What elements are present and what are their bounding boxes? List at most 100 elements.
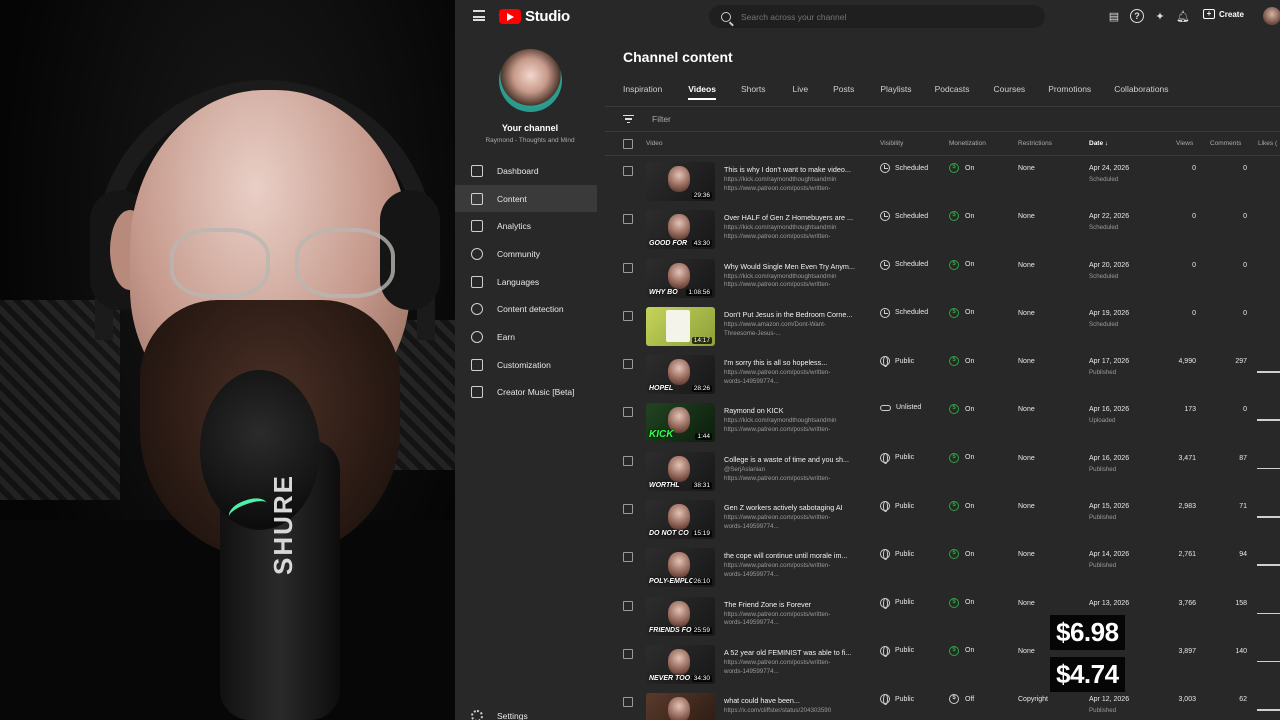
table-row[interactable]: WORTHL 38:31 College is a waste of time an… xyxy=(605,446,1280,494)
monetization-cell[interactable]: $ On xyxy=(949,597,974,608)
col-date[interactable]: Date ↓ xyxy=(1089,140,1108,147)
monetization-cell[interactable]: $ On xyxy=(949,211,974,222)
sidebar-item-settings[interactable]: Settings xyxy=(471,710,528,720)
col-likes[interactable]: Likes ( xyxy=(1258,140,1277,147)
tab-inspiration[interactable]: Inspiration xyxy=(623,84,662,100)
monetization-cell[interactable]: $ On xyxy=(949,452,974,463)
select-all-checkbox[interactable] xyxy=(623,139,633,149)
video-thumbnail[interactable]: DO NOT CO 15:19 xyxy=(646,500,715,540)
table-row[interactable]: KICK 1:44 Raymond on KICK https://kick.com/… xyxy=(605,397,1280,445)
table-row[interactable]: NEVER TOO 34:30 A 52 year old FEMINIST was… xyxy=(605,639,1280,687)
monetization-cell[interactable]: $ On xyxy=(949,356,974,367)
sidebar-item-content[interactable]: Content xyxy=(455,184,597,213)
video-thumbnail[interactable]: WORTHL 38:31 xyxy=(646,451,715,491)
filter-bar[interactable]: Filter xyxy=(605,106,1280,132)
sidebar-item-customization[interactable]: Customization xyxy=(455,351,597,379)
row-checkbox[interactable] xyxy=(623,648,633,659)
monetization-cell[interactable]: $ Off xyxy=(949,694,974,705)
video-thumbnail[interactable]: KICK 1:44 xyxy=(646,403,715,443)
account-avatar[interactable] xyxy=(1263,7,1280,25)
monetization-cell[interactable]: $ On xyxy=(949,645,974,656)
row-checkbox[interactable] xyxy=(623,262,633,273)
video-thumbnail[interactable]: HOPEL 28:26 xyxy=(646,355,715,395)
col-monetization[interactable]: Monetization xyxy=(949,140,986,147)
row-checkbox[interactable] xyxy=(623,407,633,418)
search-input[interactable] xyxy=(741,11,1021,22)
row-checkbox[interactable] xyxy=(623,697,633,708)
visibility-cell[interactable]: Public xyxy=(880,645,914,657)
video-thumbnail[interactable]: 29:36 xyxy=(646,162,715,201)
sidebar-item-languages[interactable]: Languages xyxy=(455,268,597,296)
row-checkbox[interactable] xyxy=(623,552,633,563)
visibility-cell[interactable]: Scheduled xyxy=(880,211,928,222)
visibility-cell[interactable]: Scheduled xyxy=(880,307,928,318)
row-checkbox[interactable] xyxy=(623,214,633,225)
menu-icon[interactable] xyxy=(473,10,485,21)
monetization-cell[interactable]: $ On xyxy=(949,307,974,318)
tab-posts[interactable]: Posts xyxy=(833,84,854,100)
table-row[interactable]: GOOD FOR 43:30 Over HALF of Gen Z Homebuye… xyxy=(605,204,1280,252)
tab-shorts[interactable]: Shorts xyxy=(741,84,766,100)
row-checkbox[interactable] xyxy=(623,166,633,176)
table-row[interactable]: WHY BO 1:08:56 Why Would Single Men Even T… xyxy=(605,253,1280,301)
video-thumbnail[interactable]: FRIENDS FO 25:59 xyxy=(646,596,715,636)
monetization-cell[interactable]: $ On xyxy=(949,259,974,270)
table-row[interactable]: 29:36 This is why I don't want to make vi… xyxy=(605,156,1280,204)
tab-courses[interactable]: Courses xyxy=(994,84,1026,100)
monetization-cell[interactable]: $ On xyxy=(949,404,974,415)
tab-promotions[interactable]: Promotions xyxy=(1048,84,1091,100)
video-title[interactable]: A 52 year old FEMINIST was able to fi... xyxy=(724,648,860,657)
monetization-cell[interactable]: $ On xyxy=(949,549,974,560)
sidebar-item-analytics[interactable]: Analytics xyxy=(455,212,597,240)
video-title[interactable]: the cope will continue until morale im..… xyxy=(724,551,860,560)
col-comments[interactable]: Comments xyxy=(1210,140,1241,147)
video-title[interactable]: Why Would Single Men Even Try Anym... xyxy=(724,262,860,271)
monetization-cell[interactable]: $ On xyxy=(949,163,974,173)
tab-playlists[interactable]: Playlists xyxy=(880,84,911,100)
create-button[interactable]: + Create xyxy=(1203,9,1244,19)
feedback-icon[interactable]: ▤ xyxy=(1107,9,1121,23)
visibility-cell[interactable]: Scheduled xyxy=(880,163,928,173)
row-checkbox[interactable] xyxy=(623,504,633,515)
visibility-cell[interactable]: Public xyxy=(880,597,914,609)
video-thumbnail[interactable]: POLY-EMPLO 26:10 xyxy=(646,548,715,588)
search-box[interactable] xyxy=(709,5,1045,28)
col-restrictions[interactable]: Restrictions xyxy=(1018,140,1052,147)
video-title[interactable]: College is a waste of time and you sh... xyxy=(724,455,860,464)
video-thumbnail[interactable]: NEVER TOO 34:30 xyxy=(646,644,715,684)
visibility-cell[interactable]: Public xyxy=(880,694,914,706)
video-thumbnail[interactable]: GOOD FOR 43:30 xyxy=(646,210,715,250)
video-title[interactable]: what could have been... xyxy=(724,696,860,705)
monetization-cell[interactable]: $ On xyxy=(949,501,974,512)
tab-collaborations[interactable]: Collaborations xyxy=(1114,84,1168,100)
visibility-cell[interactable]: Public xyxy=(880,501,914,513)
col-views[interactable]: Views xyxy=(1176,140,1193,147)
row-checkbox[interactable] xyxy=(623,359,633,370)
visibility-cell[interactable]: Public xyxy=(880,452,914,464)
sidebar-item-dashboard[interactable]: Dashboard xyxy=(455,157,597,185)
row-checkbox[interactable] xyxy=(623,455,633,466)
video-title[interactable]: Over HALF of Gen Z Homebuyers are ... xyxy=(724,213,860,222)
col-visibility[interactable]: Visibility xyxy=(880,140,903,147)
tab-podcasts[interactable]: Podcasts xyxy=(935,84,970,100)
video-thumbnail[interactable]: 14:17 xyxy=(646,306,715,346)
tab-videos[interactable]: Videos xyxy=(688,84,716,100)
tab-live[interactable]: Live xyxy=(793,84,809,100)
sparkle-icon[interactable]: ✦ xyxy=(1153,9,1167,23)
sidebar-item-content-detection[interactable]: Content detection xyxy=(455,295,597,323)
table-row[interactable]: HOPEL 28:26 I'm sorry this is all so hopel… xyxy=(605,349,1280,397)
channel-avatar[interactable] xyxy=(499,49,562,112)
video-title[interactable]: Don't Put Jesus in the Bedroom Corne... xyxy=(724,310,860,319)
sidebar-item-earn[interactable]: Earn xyxy=(455,323,597,351)
video-title[interactable]: Gen Z workers actively sabotaging AI xyxy=(724,503,860,512)
table-row[interactable]: 14:17 Don't Put Jesus in the Bedroom Corn… xyxy=(605,301,1280,349)
sidebar-item-community[interactable]: Community xyxy=(455,240,597,268)
visibility-cell[interactable]: Scheduled xyxy=(880,259,928,270)
table-row[interactable]: what could have been... https://x.com/cli… xyxy=(605,687,1280,720)
studio-logo[interactable]: Studio xyxy=(499,8,570,25)
video-title[interactable]: I'm sorry this is all so hopeless... xyxy=(724,358,860,367)
sidebar-item-creator-music-beta[interactable]: Creator Music [Beta] xyxy=(455,379,597,407)
table-row[interactable]: DO NOT CO 15:19 Gen Z workers actively sab… xyxy=(605,494,1280,542)
visibility-cell[interactable]: Public xyxy=(880,356,914,368)
table-row[interactable]: POLY-EMPLO 26:10 the cope will continue un… xyxy=(605,542,1280,590)
